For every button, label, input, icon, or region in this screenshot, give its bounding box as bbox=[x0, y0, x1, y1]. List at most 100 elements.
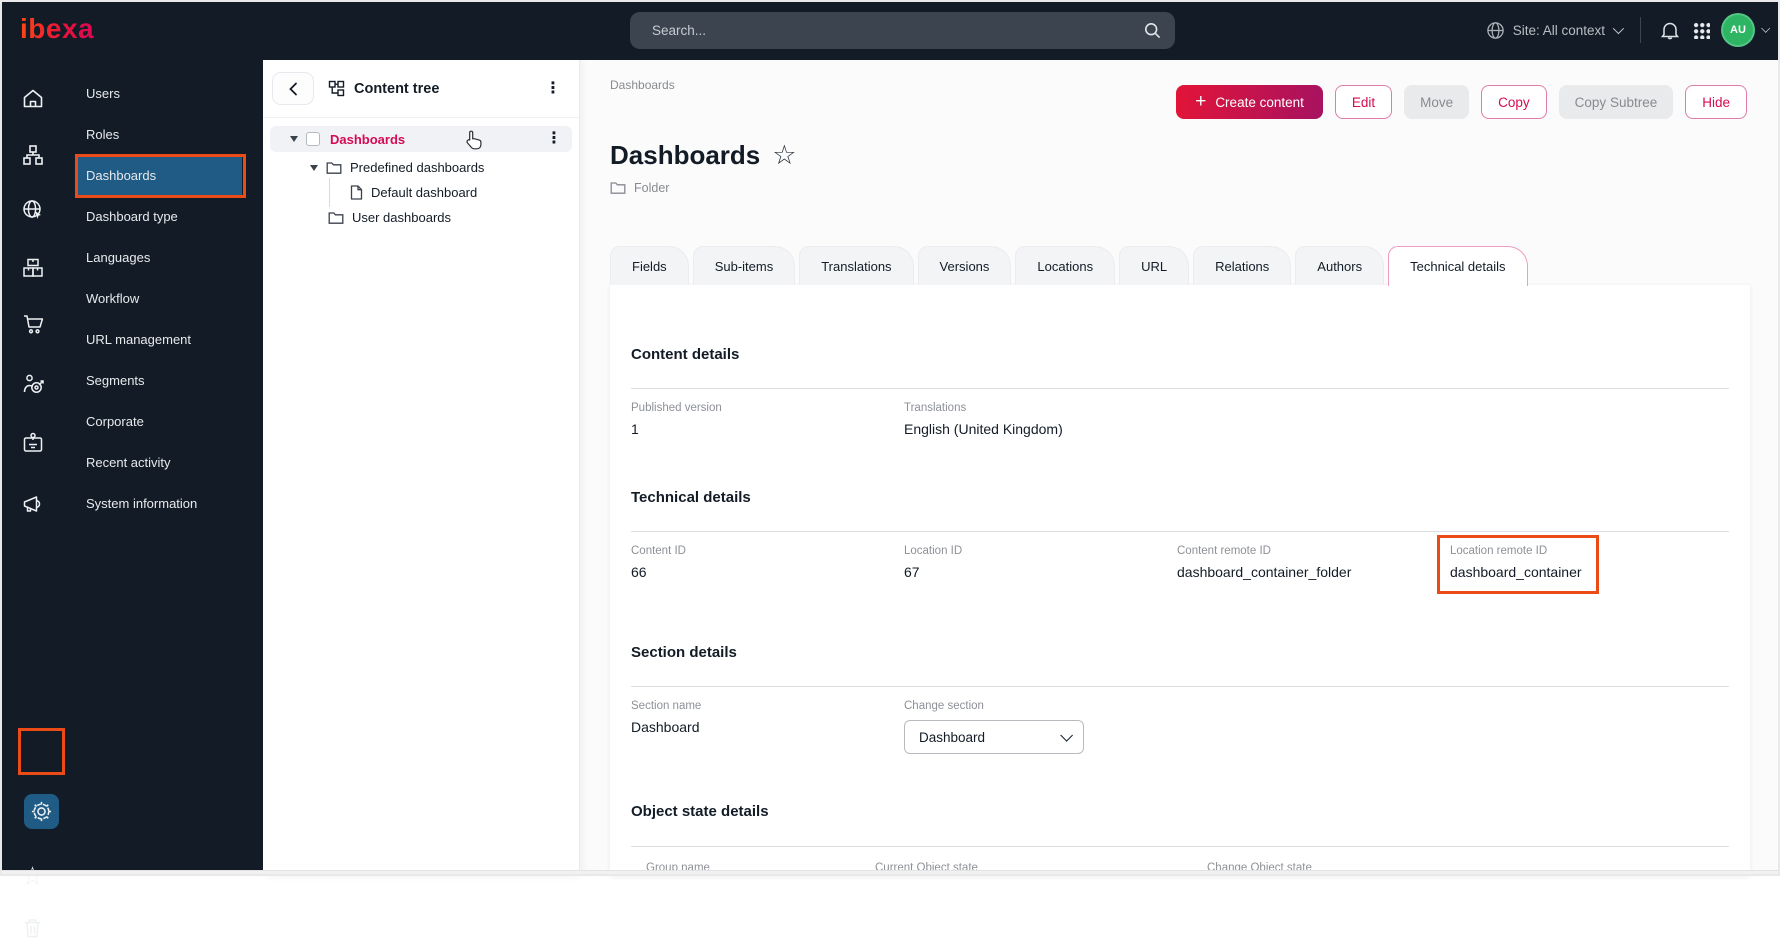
product-catalog-icon[interactable] bbox=[0, 248, 65, 288]
sidebar-item-recent-activity[interactable]: Recent activity bbox=[65, 442, 263, 483]
field-section-name: Section name Dashboard bbox=[631, 700, 904, 735]
content-details-fields: Published version 1 Translations English… bbox=[631, 402, 1729, 437]
tree-guide-line bbox=[329, 178, 330, 207]
folder-icon bbox=[328, 211, 344, 225]
personalization-target-icon[interactable] bbox=[0, 364, 65, 404]
sidebar-item-segments[interactable]: Segments bbox=[65, 360, 263, 401]
page-title: Dashboards ☆ bbox=[610, 140, 796, 171]
global-search[interactable] bbox=[630, 12, 1175, 49]
search-icon[interactable] bbox=[1144, 22, 1161, 39]
tree-panel-kebab-menu[interactable]: ⋮ bbox=[539, 77, 567, 101]
content-tree: Dashboards ⋮ Predefined dashboards bbox=[263, 118, 579, 230]
content-type-label: Folder bbox=[634, 181, 669, 195]
caret-down-icon[interactable] bbox=[310, 165, 318, 171]
tree-node-predefined-dashboards[interactable]: Predefined dashboards bbox=[270, 155, 572, 180]
copy-button[interactable]: Copy bbox=[1481, 85, 1547, 119]
section-details-heading: Section details bbox=[631, 644, 1729, 662]
content-tree-panel: Content tree ⋮ Dashboards ⋮ bbox=[263, 60, 580, 876]
content-structure-icon[interactable] bbox=[0, 135, 65, 175]
sidebar-item-url-management[interactable]: URL management bbox=[65, 319, 263, 360]
horizontal-scrollbar[interactable] bbox=[0, 870, 1780, 876]
copy-subtree-button[interactable]: Copy Subtree bbox=[1559, 85, 1674, 119]
sidebar-item-roles[interactable]: Roles bbox=[65, 114, 263, 155]
ibexa-logo[interactable]: ibexa bbox=[20, 13, 94, 45]
chevron-down-icon bbox=[1060, 729, 1073, 742]
sidebar-item-corporate[interactable]: Corporate bbox=[65, 401, 263, 442]
user-menu[interactable]: AU bbox=[1723, 15, 1768, 45]
favorite-star-icon[interactable]: ☆ bbox=[772, 142, 796, 169]
collapse-tree-button[interactable] bbox=[272, 72, 314, 105]
app-switcher-grid-icon[interactable] bbox=[1693, 22, 1710, 39]
search-input[interactable] bbox=[652, 23, 1144, 38]
field-location-remote-id: Location remote ID dashboard_container bbox=[1450, 545, 1723, 594]
main-content: Dashboards + Create content Edit Move Co… bbox=[580, 60, 1780, 876]
globe-icon bbox=[1486, 21, 1505, 40]
technical-details-card: Content details Published version 1 Tran… bbox=[610, 285, 1750, 876]
breadcrumb[interactable]: Dashboards bbox=[610, 78, 675, 92]
tab-url[interactable]: URL bbox=[1119, 246, 1189, 285]
topbar-divider bbox=[1640, 17, 1641, 43]
tab-bar: Fields Sub-items Translations Versions L… bbox=[610, 246, 1528, 285]
tree-node-user-dashboards[interactable]: User dashboards bbox=[270, 205, 572, 230]
move-button[interactable]: Move bbox=[1404, 85, 1469, 119]
divider bbox=[631, 686, 1729, 687]
sidebar-item-users[interactable]: Users bbox=[65, 73, 263, 114]
menu-sidebar: Users Roles Dashboards Dashboard type La… bbox=[65, 60, 263, 876]
notifications-bell-icon[interactable] bbox=[1660, 20, 1680, 41]
tab-relations[interactable]: Relations bbox=[1193, 246, 1291, 285]
top-bar: ibexa Site: All context bbox=[0, 0, 1780, 60]
topbar-right-cluster: Site: All context AU bbox=[1486, 0, 1768, 60]
tab-sub-items[interactable]: Sub-items bbox=[693, 246, 796, 285]
tree-node-kebab-menu[interactable]: ⋮ bbox=[540, 127, 568, 151]
site-context-selector[interactable]: Site: All context bbox=[1486, 21, 1621, 40]
tab-technical-details[interactable]: Technical details bbox=[1388, 246, 1527, 286]
caret-down-icon[interactable] bbox=[290, 136, 298, 142]
field-change-section: Change section Dashboard bbox=[904, 700, 1177, 754]
plus-icon: + bbox=[1195, 92, 1206, 111]
bookmarks-star-icon[interactable]: ☆ bbox=[0, 856, 65, 896]
technical-details-fields: Content ID 66 Location ID 67 Content rem… bbox=[631, 545, 1729, 594]
content-tree-title: Content tree bbox=[354, 81, 439, 97]
create-content-button[interactable]: + Create content bbox=[1176, 85, 1323, 119]
tab-fields[interactable]: Fields bbox=[610, 246, 689, 285]
home-icon[interactable] bbox=[0, 79, 65, 119]
sidebar-item-languages[interactable]: Languages bbox=[65, 237, 263, 278]
content-tree-icon bbox=[328, 80, 345, 97]
tab-locations[interactable]: Locations bbox=[1015, 246, 1115, 285]
corporate-badge-icon[interactable] bbox=[0, 423, 65, 463]
divider bbox=[631, 531, 1729, 532]
commerce-cart-icon[interactable] bbox=[0, 304, 65, 344]
marketing-megaphone-icon[interactable] bbox=[0, 484, 65, 524]
tab-authors[interactable]: Authors bbox=[1295, 246, 1384, 285]
tree-node-default-dashboard[interactable]: Default dashboard bbox=[270, 180, 572, 205]
sidebar-item-workflow[interactable]: Workflow bbox=[65, 278, 263, 319]
sidebar-item-system-information[interactable]: System information bbox=[65, 483, 263, 524]
object-state-details-heading: Object state details bbox=[631, 803, 1729, 821]
folder-icon bbox=[326, 161, 342, 175]
chevron-down-icon bbox=[1761, 24, 1770, 33]
hide-button[interactable]: Hide bbox=[1685, 85, 1747, 119]
tab-versions[interactable]: Versions bbox=[918, 246, 1012, 285]
content-tree-header: Content tree ⋮ bbox=[263, 60, 579, 118]
section-details-fields: Section name Dashboard Change section Da… bbox=[631, 700, 1729, 754]
field-location-id: Location ID 67 bbox=[904, 545, 1177, 580]
divider bbox=[631, 388, 1729, 389]
edit-button[interactable]: Edit bbox=[1335, 85, 1392, 119]
icon-rail: ☆ bbox=[0, 60, 65, 876]
field-content-remote-id: Content remote ID dashboard_container_fo… bbox=[1177, 545, 1450, 580]
action-buttons: + Create content Edit Move Copy Copy Sub… bbox=[1176, 85, 1747, 119]
tree-node-checkbox[interactable] bbox=[306, 132, 320, 146]
change-section-dropdown[interactable]: Dashboard bbox=[904, 720, 1084, 754]
ibexa-admin-screen: ibexa Site: All context bbox=[0, 0, 1780, 876]
divider bbox=[631, 846, 1729, 847]
settings-gear-button[interactable] bbox=[24, 794, 59, 829]
sidebar-item-dashboard-type[interactable]: Dashboard type bbox=[65, 196, 263, 237]
trash-icon[interactable] bbox=[0, 908, 65, 948]
avatar[interactable]: AU bbox=[1723, 15, 1753, 45]
site-globe-icon[interactable] bbox=[0, 190, 65, 230]
tree-node-dashboards[interactable]: Dashboards ⋮ bbox=[270, 126, 572, 152]
tab-translations[interactable]: Translations bbox=[799, 246, 913, 285]
content-type-row: Folder bbox=[610, 181, 669, 195]
sidebar-item-dashboards[interactable]: Dashboards bbox=[78, 155, 242, 196]
field-translations: Translations English (United Kingdom) bbox=[904, 402, 1177, 437]
